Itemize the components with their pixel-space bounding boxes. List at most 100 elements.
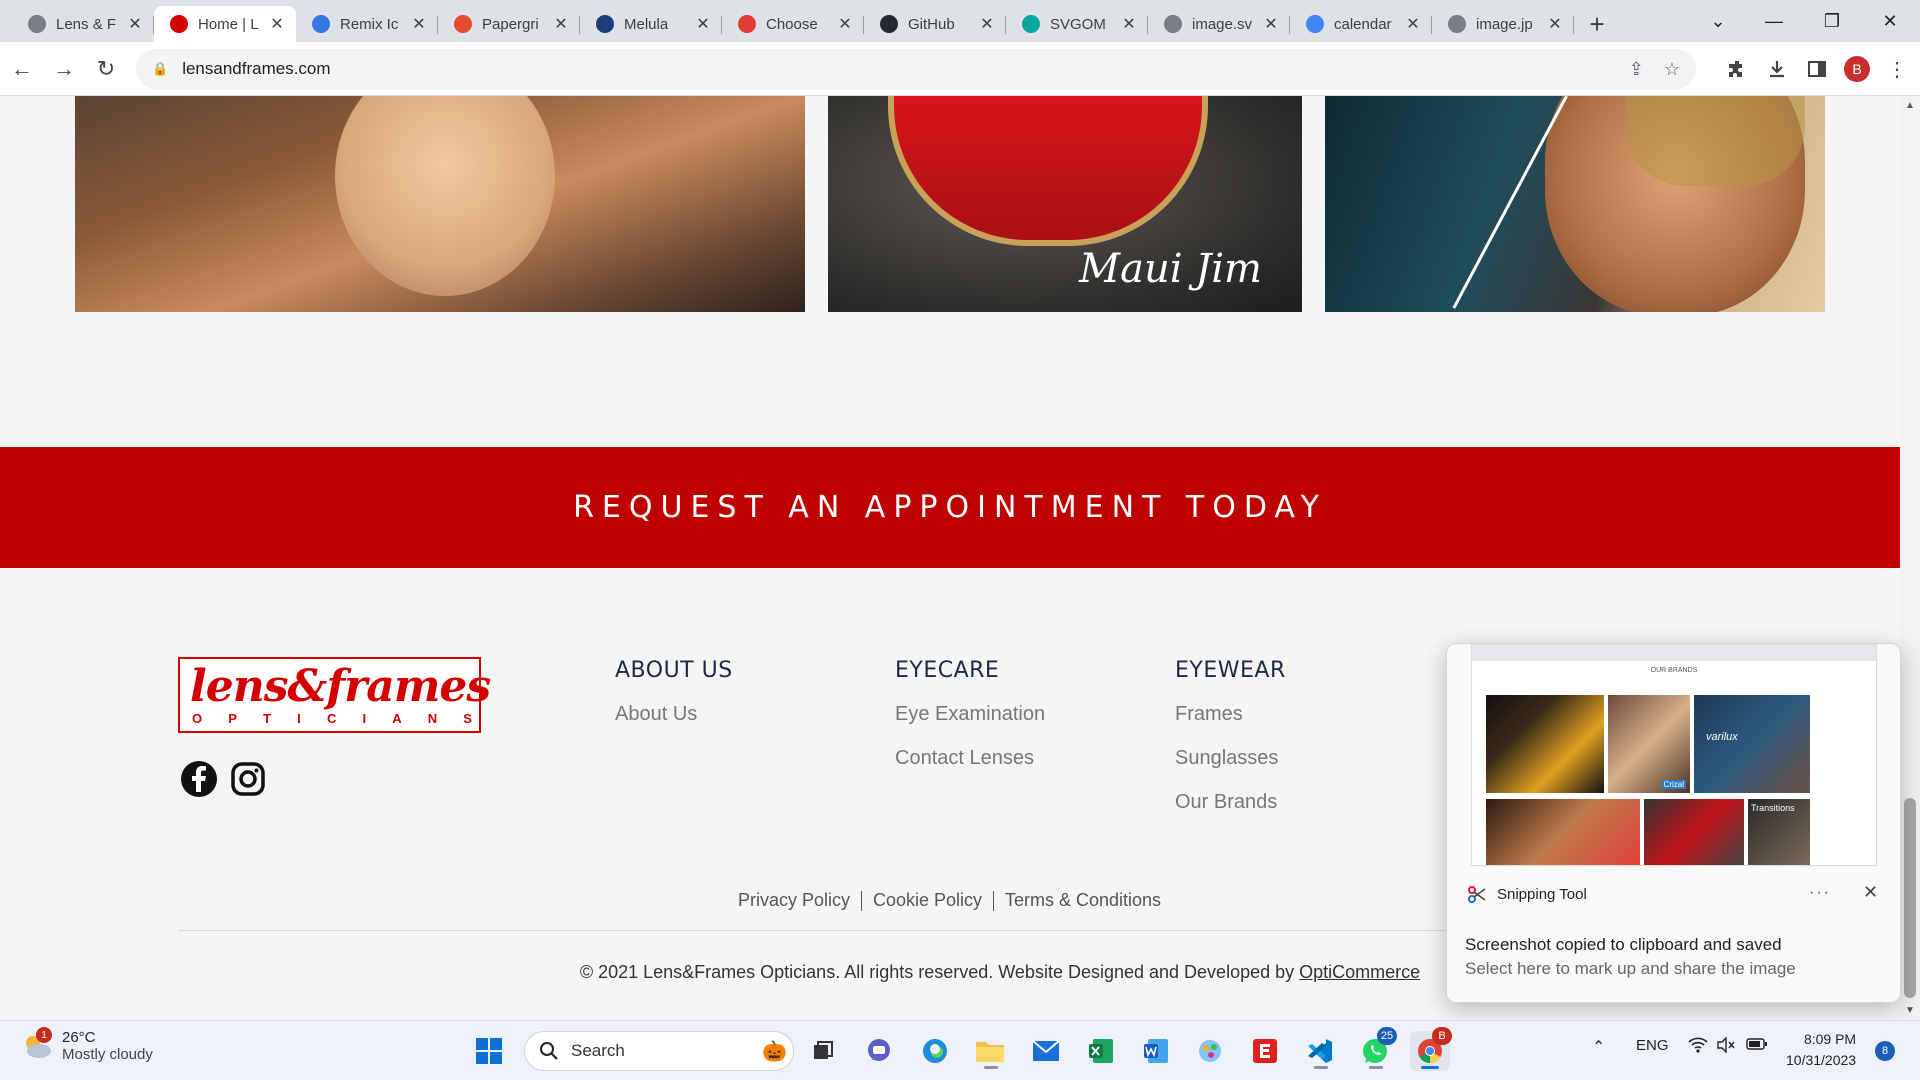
scroll-down-arrow[interactable]: ▼ bbox=[1900, 1005, 1920, 1016]
tab-close-icon[interactable]: ✕ bbox=[694, 14, 712, 34]
lock-icon[interactable]: 🔒 bbox=[152, 61, 168, 77]
tab-close-icon[interactable]: ✕ bbox=[552, 14, 570, 34]
footer-link-about-us[interactable]: About Us bbox=[615, 703, 697, 726]
mail-icon[interactable] bbox=[1026, 1031, 1066, 1071]
screenshot-thumbnail[interactable]: OUR BRANDS Crizal varilux Transitions bbox=[1471, 644, 1877, 866]
browser-tab[interactable]: Papergri ✕ bbox=[438, 6, 580, 42]
language-indicator[interactable]: ENG bbox=[1636, 1037, 1669, 1054]
privacy-policy-link[interactable]: Privacy Policy bbox=[738, 890, 850, 911]
browser-tab[interactable]: Melula ✕ bbox=[580, 6, 722, 42]
halloween-pumpkin-icon: 🎃 bbox=[762, 1040, 787, 1063]
address-bar[interactable]: 🔒 lensandframes.com ⇪ ☆ bbox=[136, 49, 1696, 89]
opticommerce-link[interactable]: OptiCommerce bbox=[1299, 962, 1420, 982]
browser-tab[interactable]: calendar ✕ bbox=[1290, 6, 1432, 42]
file-explorer-icon[interactable] bbox=[970, 1031, 1010, 1071]
notification-count-badge[interactable]: 8 bbox=[1875, 1041, 1895, 1061]
close-window-button[interactable]: ✕ bbox=[1862, 0, 1918, 42]
minimize-button[interactable]: — bbox=[1746, 0, 1802, 42]
forward-button[interactable]: → bbox=[44, 49, 84, 89]
instagram-icon[interactable] bbox=[228, 759, 268, 799]
facebook-icon[interactable] bbox=[179, 759, 219, 799]
vscode-icon[interactable] bbox=[1300, 1031, 1340, 1071]
cookie-policy-link[interactable]: Cookie Policy bbox=[873, 890, 982, 911]
weather-badge: 1 bbox=[36, 1027, 52, 1043]
task-view-icon[interactable] bbox=[803, 1031, 843, 1071]
browser-tab[interactable]: Home | L ✕ bbox=[154, 6, 296, 42]
tab-title: Lens & F bbox=[56, 15, 117, 33]
start-button[interactable] bbox=[469, 1031, 509, 1071]
brand-photo-tinted-lens[interactable] bbox=[1325, 96, 1825, 312]
request-appointment-banner[interactable]: REQUEST AN APPOINTMENT TODAY bbox=[0, 447, 1900, 568]
system-clock[interactable]: 8:09 PM 10/31/2023 bbox=[1786, 1029, 1856, 1071]
terms-conditions-link[interactable]: Terms & Conditions bbox=[1005, 890, 1161, 911]
extensions-icon[interactable] bbox=[1724, 51, 1750, 87]
lens-frames-icon bbox=[170, 15, 188, 33]
footer-link-contact-lenses[interactable]: Contact Lenses bbox=[895, 747, 1034, 770]
tab-search-icon[interactable]: ⌄ bbox=[1690, 0, 1746, 42]
browser-tab[interactable]: GitHub ✕ bbox=[864, 6, 1006, 42]
back-button[interactable]: ← bbox=[2, 49, 42, 89]
profile-avatar[interactable]: B bbox=[1844, 56, 1870, 82]
scroll-up-arrow[interactable]: ▲ bbox=[1900, 100, 1920, 111]
new-tab-button[interactable]: + bbox=[1574, 6, 1620, 42]
reload-button[interactable]: ↻ bbox=[86, 49, 126, 89]
tab-close-icon[interactable]: ✕ bbox=[1120, 14, 1138, 34]
browser-tab[interactable]: Choose ✕ bbox=[722, 6, 864, 42]
brand-photo-woman-glasses[interactable] bbox=[75, 96, 805, 312]
chrome-icon[interactable]: B bbox=[1410, 1027, 1452, 1071]
tab-close-icon[interactable]: ✕ bbox=[410, 14, 428, 34]
share-icon[interactable]: ⇪ bbox=[1629, 59, 1644, 80]
logo-opticians: O P T I C I A N S bbox=[192, 711, 472, 726]
browser-tab[interactable]: Remix Ic ✕ bbox=[296, 6, 438, 42]
tab-title: Melula bbox=[624, 15, 669, 33]
maximize-button[interactable]: ❐ bbox=[1804, 0, 1860, 42]
active-indicator bbox=[1421, 1066, 1439, 1069]
thumbnail-brand-image: Crizal bbox=[1608, 695, 1690, 793]
tab-close-icon[interactable]: ✕ bbox=[836, 14, 854, 34]
browser-tab[interactable]: image.sv ✕ bbox=[1148, 6, 1290, 42]
excel-icon[interactable] bbox=[1081, 1031, 1121, 1071]
paint-3d-icon[interactable] bbox=[1190, 1031, 1230, 1071]
taskbar-search[interactable]: Search 🎃 bbox=[524, 1031, 794, 1071]
weather-condition: Mostly cloudy bbox=[62, 1046, 153, 1063]
weather-widget[interactable]: 1 26°C Mostly cloudy bbox=[20, 1027, 153, 1063]
footer-link-eye-examination[interactable]: Eye Examination bbox=[895, 703, 1045, 726]
battery-icon[interactable] bbox=[1746, 1037, 1768, 1055]
show-hidden-icons-chevron[interactable]: ⌃ bbox=[1592, 1037, 1605, 1057]
tab-close-icon[interactable]: ✕ bbox=[1546, 14, 1564, 34]
footer-link-frames[interactable]: Frames bbox=[1175, 703, 1243, 726]
edge-browser-icon[interactable] bbox=[915, 1031, 955, 1071]
temperature: 26°C bbox=[62, 1029, 96, 1046]
browser-tab[interactable]: Lens & F ✕ bbox=[12, 6, 154, 42]
word-icon[interactable] bbox=[1136, 1031, 1176, 1071]
whatsapp-icon[interactable]: 25 bbox=[1355, 1027, 1397, 1071]
tab-close-icon[interactable]: ✕ bbox=[268, 14, 286, 34]
melula-icon bbox=[596, 15, 614, 33]
footer-link-our-brands[interactable]: Our Brands bbox=[1175, 791, 1277, 814]
tab-close-icon[interactable]: ✕ bbox=[978, 14, 996, 34]
brand-photo-maui-jim[interactable]: Maui Jim bbox=[828, 96, 1302, 312]
wifi-icon[interactable] bbox=[1688, 1037, 1708, 1057]
browser-tab[interactable]: SVGOM ✕ bbox=[1006, 6, 1148, 42]
notification-close-icon[interactable]: ✕ bbox=[1863, 882, 1878, 903]
notification-more-icon[interactable]: ··· bbox=[1809, 884, 1831, 902]
tab-close-icon[interactable]: ✕ bbox=[126, 14, 144, 34]
bookmark-star-icon[interactable]: ☆ bbox=[1664, 59, 1680, 80]
tab-close-icon[interactable]: ✕ bbox=[1404, 14, 1422, 34]
tab-title: Remix Ic bbox=[340, 15, 399, 33]
app-e-icon[interactable] bbox=[1245, 1031, 1285, 1071]
menu-kebab-icon[interactable]: ⋮ bbox=[1884, 51, 1910, 87]
running-indicator bbox=[1369, 1066, 1383, 1069]
tab-close-icon[interactable]: ✕ bbox=[1262, 14, 1280, 34]
browser-tab[interactable]: image.jp ✕ bbox=[1432, 6, 1574, 42]
teams-chat-icon[interactable] bbox=[859, 1031, 899, 1071]
footer-link-sunglasses[interactable]: Sunglasses bbox=[1175, 747, 1278, 770]
lens-frames-logo[interactable]: lens&frames O P T I C I A N S bbox=[178, 657, 491, 733]
snipping-tool-notification[interactable]: OUR BRANDS Crizal varilux Transitions Sn… bbox=[1446, 643, 1901, 1003]
scrollbar-thumb[interactable] bbox=[1904, 798, 1916, 998]
side-panel-icon[interactable] bbox=[1804, 51, 1830, 87]
volume-muted-icon[interactable] bbox=[1716, 1036, 1736, 1057]
download-icon[interactable] bbox=[1764, 51, 1790, 87]
page-scrollbar[interactable]: ▲ ▼ bbox=[1900, 96, 1920, 1020]
clock-date: 10/31/2023 bbox=[1786, 1052, 1857, 1068]
